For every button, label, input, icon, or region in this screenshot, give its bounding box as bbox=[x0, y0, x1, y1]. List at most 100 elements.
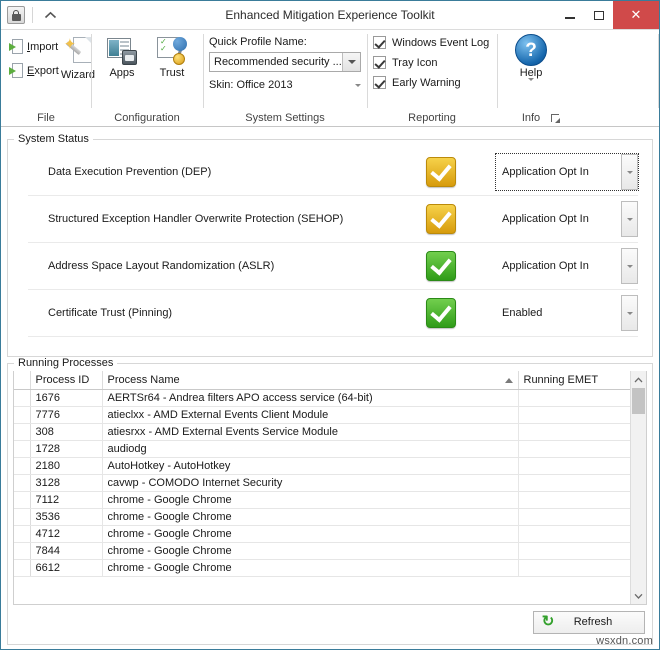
skin-selector[interactable]: Skin: Office 2013 bbox=[209, 79, 361, 91]
import-button[interactable]: Import bbox=[7, 38, 61, 56]
wizard-button[interactable]: ✦ Wizard bbox=[61, 35, 95, 81]
row-selector[interactable] bbox=[14, 423, 31, 441]
status-label-certificate-trust: Certificate Trust (Pinning) bbox=[48, 307, 173, 319]
table-row[interactable]: 7776 atieclxx - AMD External Events Clien… bbox=[14, 406, 630, 424]
system-status-panel: System Status Data Execution Prevention … bbox=[7, 133, 653, 357]
cell-process-id: 1676 bbox=[30, 389, 103, 407]
process-table-body: 1676 AERTSr64 - Andrea filters APO access… bbox=[14, 389, 630, 577]
quick-profile-combobox[interactable]: Recommended security ... bbox=[209, 52, 361, 72]
checkbox-tray-icon-label: Tray Icon bbox=[392, 56, 438, 69]
trust-icon: ✓ ✓ bbox=[157, 37, 187, 65]
scroll-down-chevron-down-icon[interactable] bbox=[631, 587, 646, 604]
help-chevron-down-icon[interactable] bbox=[528, 78, 534, 81]
table-row[interactable]: 2180 AutoHotkey - AutoHotkey bbox=[14, 457, 630, 475]
cell-process-id: 3128 bbox=[30, 474, 103, 492]
status-chevron-down-icon[interactable] bbox=[621, 154, 638, 190]
checkbox-early-warning-label: Early Warning bbox=[392, 76, 461, 89]
table-row[interactable]: 1728 audiodg bbox=[14, 440, 630, 458]
cell-process-name: AERTSr64 - Andrea filters APO access ser… bbox=[102, 389, 519, 407]
checkbox-early-warning[interactable]: Early Warning bbox=[373, 76, 461, 89]
column-header-rowselect[interactable] bbox=[14, 371, 31, 390]
help-button[interactable]: ? Help bbox=[515, 34, 547, 81]
row-selector[interactable] bbox=[14, 559, 31, 577]
status-combobox-certificate-trust[interactable]: Enabled bbox=[496, 295, 638, 331]
checkbox-tray-icon[interactable]: Tray Icon bbox=[373, 56, 437, 69]
close-button[interactable]: ✕ bbox=[613, 1, 659, 29]
status-combobox-sehop[interactable]: Application Opt In bbox=[496, 201, 638, 237]
scroll-up-chevron-up-icon[interactable] bbox=[631, 371, 646, 388]
cell-running-emet bbox=[518, 440, 630, 458]
cell-process-name: cavwp - COMODO Internet Security bbox=[102, 474, 519, 492]
window-controls: ✕ bbox=[555, 1, 659, 29]
column-header-process-id[interactable]: Process ID bbox=[30, 371, 103, 390]
table-row[interactable]: 7112 chrome - Google Chrome bbox=[14, 491, 630, 509]
cell-process-id: 7844 bbox=[30, 542, 103, 560]
scrollbar-thumb[interactable] bbox=[632, 388, 645, 414]
refresh-label: Refresh bbox=[573, 616, 613, 628]
row-selector[interactable] bbox=[14, 542, 31, 560]
status-chevron-down-icon[interactable] bbox=[621, 248, 638, 284]
cell-process-name: audiodg bbox=[102, 440, 519, 458]
status-check-badge-green-icon bbox=[426, 298, 456, 328]
status-combobox-dep[interactable]: Application Opt In bbox=[495, 153, 639, 191]
column-header-running-emet[interactable]: Running EMET bbox=[518, 371, 630, 390]
row-selector[interactable] bbox=[14, 508, 31, 526]
row-selector[interactable] bbox=[14, 389, 31, 407]
row-selector[interactable] bbox=[14, 440, 31, 458]
checkbox-icon[interactable] bbox=[373, 36, 386, 49]
refresh-button[interactable]: ↻ Refresh bbox=[533, 610, 645, 634]
cell-running-emet bbox=[518, 389, 630, 407]
running-processes-panel: Running Processes Process ID Process Nam… bbox=[7, 357, 653, 645]
status-row-dep: Data Execution Prevention (DEP) Applicat… bbox=[28, 149, 639, 196]
table-row[interactable]: 3128 cavwp - COMODO Internet Security bbox=[14, 474, 630, 492]
table-row[interactable]: 1676 AERTSr64 - Andrea filters APO access… bbox=[14, 389, 630, 407]
apps-label: Apps bbox=[109, 67, 135, 79]
quick-profile-chevron-down-icon[interactable] bbox=[342, 53, 360, 71]
cell-process-name: chrome - Google Chrome bbox=[102, 491, 519, 509]
status-check-badge-green-icon bbox=[426, 251, 456, 281]
row-selector[interactable] bbox=[14, 457, 31, 475]
ribbon-collapse-chevron-up-icon[interactable] bbox=[40, 5, 60, 25]
table-row[interactable]: 4712 chrome - Google Chrome bbox=[14, 525, 630, 543]
process-table: Process ID Process Name Running EMET 167 bbox=[14, 371, 630, 577]
scrollbar-track[interactable] bbox=[631, 388, 646, 587]
status-combobox-aslr[interactable]: Application Opt In bbox=[496, 248, 638, 284]
ribbon-toolbar: Import Export ✦ Wizard File Apps ✓ ✓ Tru… bbox=[1, 30, 659, 127]
checkbox-icon[interactable] bbox=[373, 56, 386, 69]
maximize-button[interactable] bbox=[584, 1, 613, 29]
row-selector[interactable] bbox=[14, 406, 31, 424]
status-value-sehop: Application Opt In bbox=[502, 213, 589, 225]
row-selector[interactable] bbox=[14, 474, 31, 492]
table-row[interactable]: 6612 chrome - Google Chrome bbox=[14, 559, 630, 577]
cell-process-name: chrome - Google Chrome bbox=[102, 559, 519, 577]
running-processes-legend: Running Processes bbox=[18, 357, 114, 369]
status-chevron-down-icon[interactable] bbox=[621, 201, 638, 237]
ribbon-group-file-title: File bbox=[37, 112, 55, 124]
row-selector[interactable] bbox=[14, 525, 31, 543]
trust-button[interactable]: ✓ ✓ Trust bbox=[147, 35, 197, 79]
ribbon-group-info: ? Help Info bbox=[497, 30, 565, 126]
cell-process-id: 308 bbox=[30, 423, 103, 441]
row-selector[interactable] bbox=[14, 491, 31, 509]
cell-process-id: 1728 bbox=[30, 440, 103, 458]
checkbox-windows-event-log[interactable]: Windows Event Log bbox=[373, 36, 489, 49]
export-button[interactable]: Export bbox=[7, 62, 61, 80]
table-row[interactable]: 3536 chrome - Google Chrome bbox=[14, 508, 630, 526]
ribbon-group-system-settings-title: System Settings bbox=[245, 112, 325, 124]
dialog-launcher-icon[interactable] bbox=[551, 114, 562, 125]
minimize-button[interactable] bbox=[555, 1, 584, 29]
checkbox-icon[interactable] bbox=[373, 76, 386, 89]
column-header-process-name[interactable]: Process Name bbox=[102, 371, 519, 390]
apps-button[interactable]: Apps bbox=[97, 35, 147, 79]
cell-process-name: chrome - Google Chrome bbox=[102, 525, 519, 543]
table-row[interactable]: 7844 chrome - Google Chrome bbox=[14, 542, 630, 560]
status-row-certificate-trust: Certificate Trust (Pinning) Enabled bbox=[28, 290, 638, 337]
wizard-wand-icon: ✦ bbox=[63, 37, 93, 67]
cell-running-emet bbox=[518, 406, 630, 424]
cell-process-id: 2180 bbox=[30, 457, 103, 475]
table-row[interactable]: 308 atiesrxx - AMD External Events Servic… bbox=[14, 423, 630, 441]
process-grid-scrollbar[interactable] bbox=[630, 371, 646, 604]
status-chevron-down-icon[interactable] bbox=[621, 295, 638, 331]
status-check-badge-yellow-icon bbox=[426, 157, 456, 187]
main-content: System Status Data Execution Prevention … bbox=[1, 127, 659, 649]
